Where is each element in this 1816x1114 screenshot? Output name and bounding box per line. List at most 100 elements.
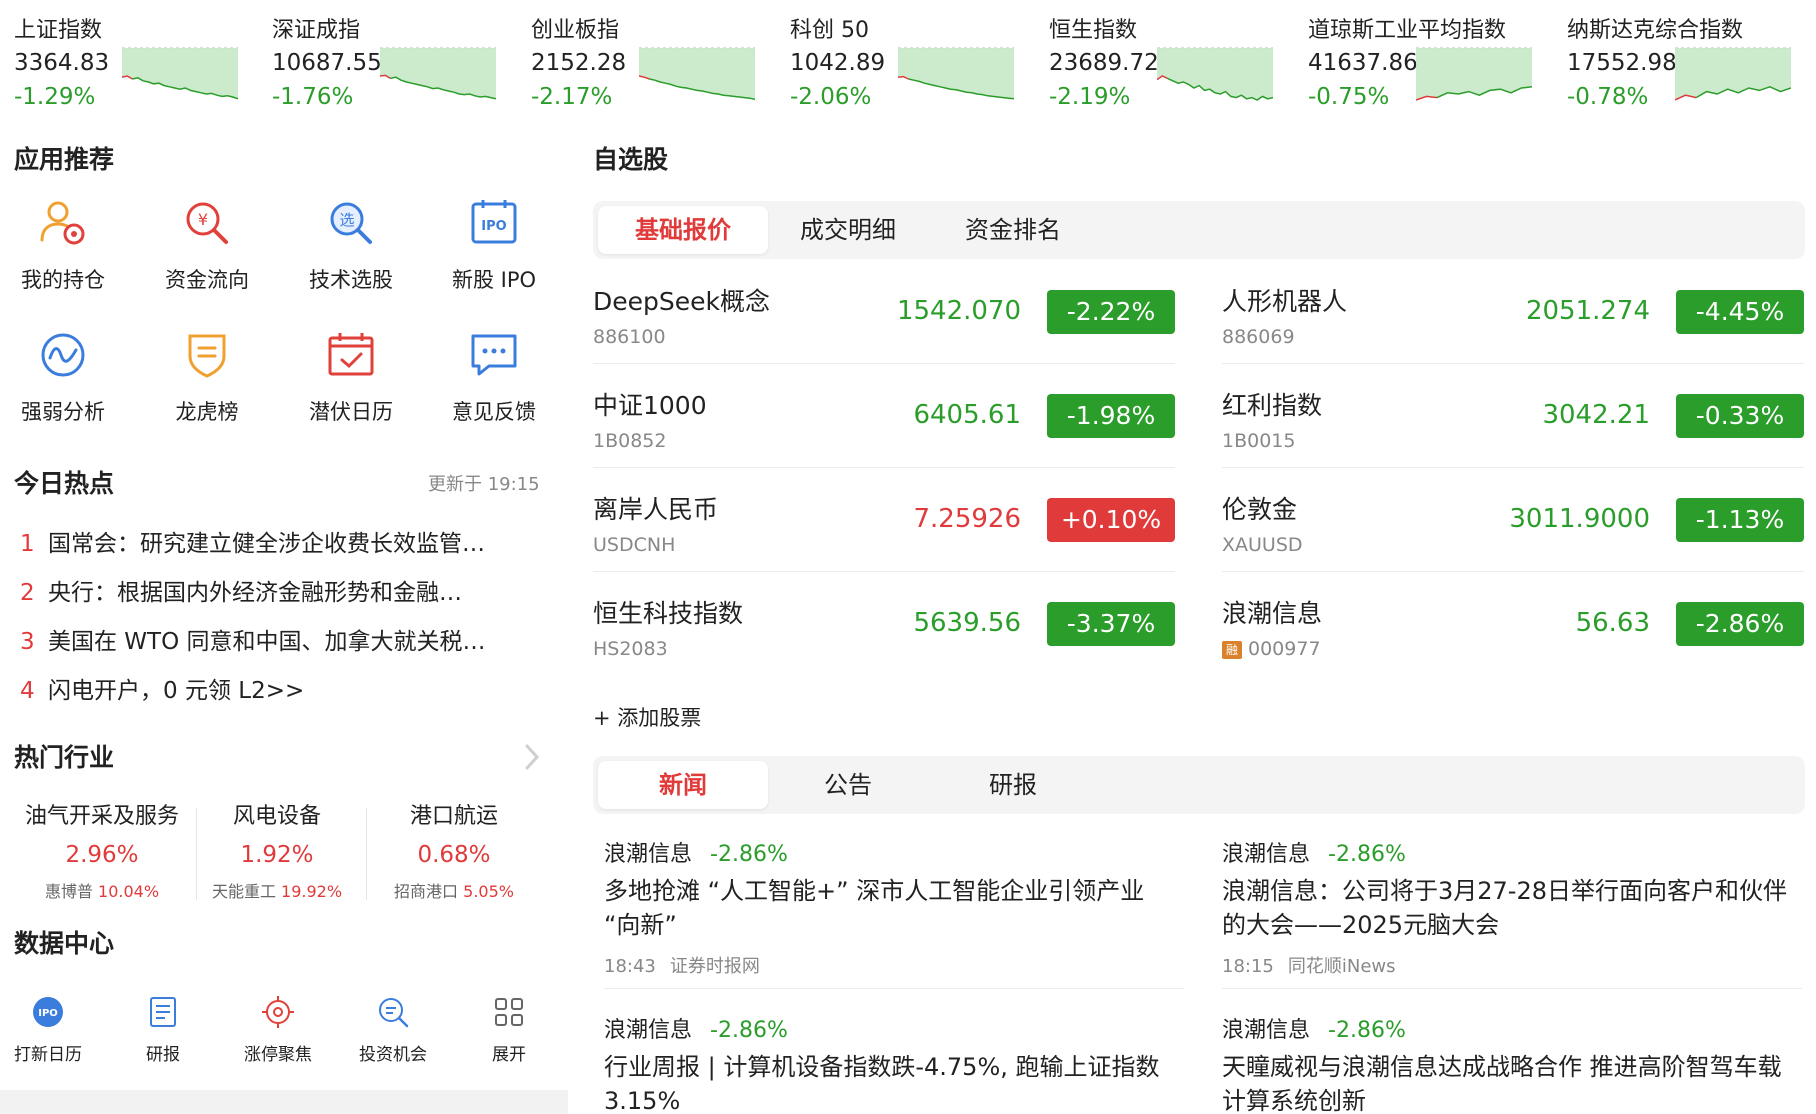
stock-name: 中证1000 <box>593 391 707 420</box>
lead-pct: 19.92% <box>281 882 343 901</box>
app-fund-flow[interactable]: ¥ 资金流向 <box>147 196 267 316</box>
stock-code: 1B0015 <box>1222 430 1296 452</box>
ipo-icon: IPO <box>471 200 517 244</box>
stock-row[interactable]: 离岸人民币 USDCNH 7.25926 +0.10% <box>593 468 1175 572</box>
stock-change-badge: -1.98% <box>1047 394 1175 438</box>
bottom-divider <box>0 1090 568 1114</box>
tab-news[interactable]: 新闻 <box>598 761 768 809</box>
lead-pct: 5.05% <box>463 882 514 901</box>
dc-opportunity[interactable]: 投资机会 <box>343 994 443 1074</box>
hot-text: 央行：根据国内外经济金融形势和金融… <box>48 580 462 606</box>
index-name: 道琼斯工业平均指数 <box>1308 18 1507 43</box>
dc-expand[interactable]: 展开 <box>459 994 559 1074</box>
dc-label: 投资机会 <box>359 1045 427 1065</box>
app-new-ipo[interactable]: IPO 新股 IPO <box>434 196 554 316</box>
stock-row[interactable]: 恒生科技指数 HS2083 5639.56 -3.37% <box>593 572 1175 676</box>
stock-row[interactable]: 中证1000 1B0852 6405.61 -1.98% <box>593 364 1175 468</box>
index-value: 1042.89 <box>790 50 886 76</box>
app-dragon-tiger[interactable]: 龙虎榜 <box>147 328 267 448</box>
stock-row[interactable]: DeepSeek概念 886100 1542.070 -2.22% <box>593 260 1175 364</box>
hot-text: 美国在 WTO 同意和中国、加拿大就关税… <box>48 629 486 655</box>
svg-text:¥: ¥ <box>198 210 208 229</box>
tab-announcement[interactable]: 公告 <box>763 761 933 809</box>
news-title: 行业周报 | 计算机设备指数跌-4.75%, 跑输上证指数3.15% <box>604 1053 1160 1114</box>
index-change: -2.19% <box>1049 84 1131 110</box>
hot-rank: 1 <box>20 531 35 557</box>
industry-item[interactable]: 港口航运 0.68% 招商港口 5.05% <box>364 798 544 908</box>
chevron-right-icon[interactable] <box>522 742 542 772</box>
app-label: 龙虎榜 <box>175 400 239 424</box>
index-sparkline <box>122 47 238 100</box>
index-sparkline <box>1416 47 1532 101</box>
index-sparkline <box>380 47 496 100</box>
news-stock-change: -2.86% <box>1328 1018 1406 1043</box>
hot-item[interactable]: 2 央行：根据国内外经济金融形势和金融… <box>20 573 550 613</box>
index-card-kc50[interactable]: 科创 50 1042.89 -2.06% <box>776 0 1034 122</box>
stock-row[interactable]: 伦敦金 XAUUSD 3011.9000 -1.13% <box>1222 468 1804 572</box>
stock-name: 人形机器人 <box>1222 287 1348 316</box>
fund-flow-icon: ¥ <box>186 202 228 244</box>
dc-label: 打新日历 <box>14 1045 82 1065</box>
news-stock-name: 浪潮信息 <box>604 1018 693 1043</box>
index-value: 17552.98 <box>1567 50 1677 76</box>
stock-code: 886069 <box>1222 326 1295 348</box>
stock-price: 7.25926 <box>913 504 1021 534</box>
hot-rank: 2 <box>20 580 35 606</box>
industry-section-title: 热门行业 <box>14 743 115 772</box>
news-item[interactable]: 浪潮信息 -2.86% 多地抢滩 “人工智能+” 深市人工智能企业引领产业 “向新… <box>604 836 1184 978</box>
industry-item[interactable]: 风电设备 1.92% 天能重工 19.92% <box>187 798 367 908</box>
tab-research[interactable]: 研报 <box>928 761 1098 809</box>
news-item[interactable]: 浪潮信息 -2.86% 行业周报 | 计算机设备指数跌-4.75%, 跑输上证指数… <box>604 1012 1184 1114</box>
industry-name: 风电设备 <box>232 804 321 829</box>
app-strength-analysis[interactable]: 强弱分析 <box>3 328 123 448</box>
index-change: -2.17% <box>531 84 613 110</box>
stock-name: 浪潮信息 <box>1222 599 1323 628</box>
sparkline-area <box>122 48 238 99</box>
portfolio-icon <box>40 201 85 245</box>
hot-item[interactable]: 4 闪电开户，0 元领 L2>> <box>20 671 550 711</box>
lead-stock: 惠博普 <box>44 882 93 901</box>
index-card-sh[interactable]: 上证指数 3364.83 -1.29% <box>0 0 258 122</box>
news-stock-name: 浪潮信息 <box>1222 842 1311 867</box>
stock-change-badge: -1.13% <box>1676 498 1804 542</box>
lead-pct: 10.04% <box>98 882 160 901</box>
research-report-icon <box>150 997 176 1027</box>
app-label: 技术选股 <box>309 268 393 292</box>
stock-change-badge: +0.10% <box>1047 498 1175 542</box>
industry-pct: 1.92% <box>240 842 314 868</box>
app-my-holdings[interactable]: 我的持仓 <box>3 196 123 316</box>
news-item[interactable]: 浪潮信息 -2.86% 浪潮信息：公司将于3月27-28日举行面向客户和伙伴的大会… <box>1222 836 1802 978</box>
tab-fund-rank[interactable]: 资金排名 <box>928 206 1098 254</box>
news-stock-tag: 浪潮信息 -2.86% <box>1222 836 1802 868</box>
index-card-sz[interactable]: 深证成指 10687.55 -1.76% <box>258 0 516 122</box>
index-card-dji[interactable]: 道琼斯工业平均指数 41637.86 -0.75% <box>1294 0 1552 122</box>
svg-text:选: 选 <box>339 211 354 229</box>
add-stock-button[interactable]: + 添加股票 <box>593 702 701 732</box>
dc-label: 研报 <box>146 1045 180 1065</box>
stock-row[interactable]: 红利指数 1B0015 3042.21 -0.33% <box>1222 364 1804 468</box>
app-label: 资金流向 <box>165 268 249 292</box>
news-title: 多地抢滩 “人工智能+” 深市人工智能企业引领产业 “向新” <box>604 877 1145 939</box>
app-feedback[interactable]: 意见反馈 <box>434 328 554 448</box>
app-calendar[interactable]: 潜伏日历 <box>291 328 411 448</box>
index-card-ixic[interactable]: 纳斯达克综合指数 17552.98 -0.78% <box>1553 0 1811 122</box>
news-item[interactable]: 浪潮信息 -2.86% 天瞳威视与浪潮信息达成战略合作 推进高阶智驾车载计算系统创… <box>1222 1012 1802 1114</box>
tab-basic-quote[interactable]: 基础报价 <box>598 206 768 254</box>
dc-ipo-calendar[interactable]: IPO 打新日历 <box>0 994 98 1074</box>
hot-item[interactable]: 3 美国在 WTO 同意和中国、加拿大就关税… <box>20 622 550 662</box>
index-card-cyb[interactable]: 创业板指 2152.28 -2.17% <box>517 0 775 122</box>
index-name: 恒生指数 <box>1049 18 1138 43</box>
tab-trade-detail[interactable]: 成交明细 <box>763 206 933 254</box>
dc-research[interactable]: 研报 <box>113 994 213 1074</box>
industry-item[interactable]: 油气开采及服务 2.96% 惠博普 10.04% <box>12 798 192 908</box>
app-stock-picker[interactable]: 选 技术选股 <box>291 196 411 316</box>
hot-item[interactable]: 1 国常会：研究建立健全涉企收费长效监管… <box>20 524 550 564</box>
news-stock-tag: 浪潮信息 -2.86% <box>1222 1012 1802 1044</box>
ipo-calendar-icon: IPO <box>33 997 63 1027</box>
stock-row[interactable]: 浪潮信息 融 000977 56.63 -2.86% <box>1222 572 1804 676</box>
stock-row[interactable]: 人形机器人 886069 2051.274 -4.45% <box>1222 260 1804 364</box>
dc-limit-up[interactable]: 涨停聚焦 <box>228 994 328 1074</box>
index-card-hsi[interactable]: 恒生指数 23689.72 -2.19% <box>1035 0 1293 122</box>
index-name: 创业板指 <box>531 18 620 43</box>
stock-price: 1542.070 <box>896 296 1021 326</box>
